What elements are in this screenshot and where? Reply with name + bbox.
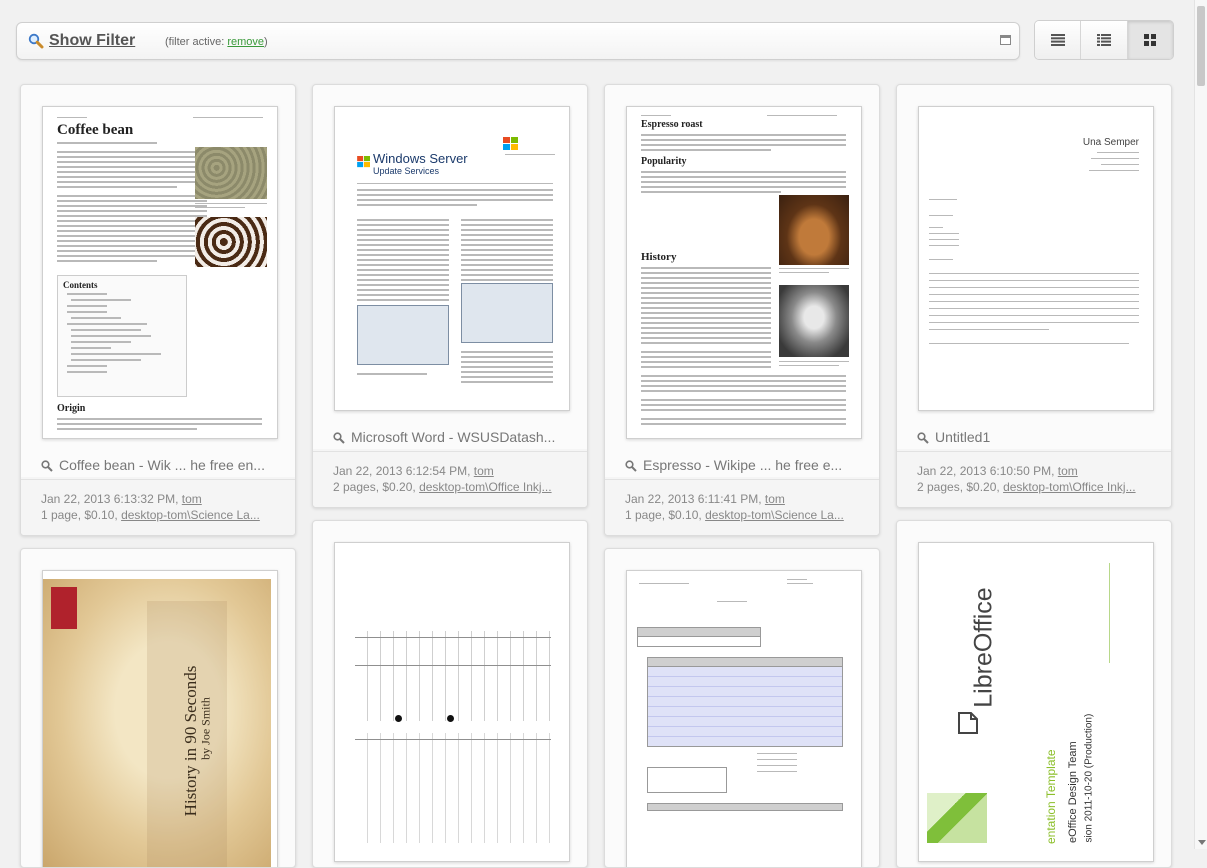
search-icon [625,459,637,475]
page-thumbnail[interactable]: Espresso roast Popularity History [626,106,862,439]
screenshot-image [357,305,449,365]
grid-view-button[interactable] [1127,21,1173,59]
page-author: by Joe Smith [198,697,213,760]
print-job-card[interactable]: Una Semper Untitled1 Jan 22, 2013 6:10:5… [896,84,1172,508]
page-subheading: Update Services [373,166,440,176]
grid-view-icon [1144,34,1157,46]
print-job-card[interactable]: Espresso roast Popularity History Espres… [604,84,880,536]
filter-bar: Show Filter (filter active: remove) [16,22,1020,60]
roasted-beans-image [195,217,267,267]
job-meta: Jan 22, 2013 6:13:32 PM, tom 1 page, $0.… [41,492,260,522]
page-thumbnail[interactable]: LibreOffice entation Template eOffice De… [918,542,1154,862]
page-side-line: sion 2011-10-20 (Production) [1083,713,1095,843]
search-icon[interactable] [28,33,44,54]
print-job-card[interactable]: LibreOffice entation Template eOffice De… [896,520,1172,868]
page-side-line: eOffice Design Team [1067,741,1079,843]
page-thumbnail[interactable] [626,570,862,867]
printer-link[interactable]: desktop-tom\Science La... [705,508,844,522]
page-heading: LibreOffice [969,587,998,708]
job-title[interactable]: Microsoft Word - WSUSDatash... [333,429,555,447]
user-link[interactable]: tom [474,464,494,478]
print-job-card[interactable] [604,548,880,868]
view-mode-toggle [1034,20,1174,60]
column-chart-area [355,631,551,721]
screenshot-image [461,283,553,343]
user-link[interactable]: tom [1058,464,1078,478]
coffee-beans-image [195,147,267,199]
portrait-photo [779,285,849,357]
print-job-card[interactable]: Coffee bean Contents Origin Coffee bean … [20,84,296,536]
page-thumbnail[interactable] [334,542,570,862]
job-meta: Jan 22, 2013 6:11:41 PM, tom 1 page, $0.… [625,492,844,522]
vertical-scrollbar[interactable] [1194,0,1207,849]
detail-view-button[interactable] [1081,21,1128,59]
green-shapes-decoration [927,793,987,843]
printer-link[interactable]: desktop-tom\Science La... [121,508,260,522]
user-link[interactable]: tom [765,492,785,506]
page-thumbnail[interactable]: Coffee bean Contents Origin [42,106,278,439]
job-title[interactable]: Untitled1 [917,429,990,447]
job-title[interactable]: Coffee bean - Wik ... he free en... [41,457,265,475]
history-heading: History [641,251,677,263]
page-side-line: entation Template [1044,749,1058,844]
scroll-down-arrow-icon[interactable] [1198,840,1206,845]
show-filter-link[interactable]: Show Filter [49,32,135,50]
print-job-card[interactable]: Windows Server Update Services Microsoft… [312,84,588,508]
bookmark-ribbon [51,587,77,629]
origin-heading: Origin [57,403,86,414]
windows-logo-icon [357,155,371,168]
page-heading: Una Semper [1082,137,1139,148]
windows-logo-icon [503,137,519,151]
job-meta: Jan 22, 2013 6:12:54 PM, tom 2 pages, $0… [333,464,552,494]
page-heading: Espresso roast [641,119,703,130]
page-thumbnail[interactable]: Windows Server Update Services [334,106,570,411]
filter-active-note: (filter active: remove) [165,36,268,48]
user-link[interactable]: tom [182,492,202,506]
print-job-card[interactable]: History in 90 Seconds by Joe Smith [20,548,296,868]
column-chart-area [355,733,551,843]
search-icon [917,431,929,447]
print-job-card[interactable] [312,520,588,868]
page-heading: Coffee bean [57,122,134,138]
espresso-cup-image [779,195,849,265]
contents-heading: Contents [63,280,98,290]
page-heading: Windows Server [373,151,468,166]
list-view-icon [1050,34,1065,46]
printer-link[interactable]: desktop-tom\Office Inkj... [419,480,552,494]
remove-filter-link[interactable]: remove [227,36,264,48]
detail-view-icon [1096,34,1111,46]
job-meta: Jan 22, 2013 6:10:50 PM, tom 2 pages, $0… [917,464,1136,494]
popularity-heading: Popularity [641,156,687,167]
page-thumbnail[interactable]: Una Semper [918,106,1154,411]
minimize-icon[interactable] [1000,35,1011,45]
page-thumbnail[interactable]: History in 90 Seconds by Joe Smith [42,570,278,867]
invoice-table [647,667,843,747]
printer-link[interactable]: desktop-tom\Office Inkj... [1003,480,1136,494]
list-view-button[interactable] [1035,21,1082,59]
scrollbar-thumb[interactable] [1197,6,1205,86]
job-title[interactable]: Espresso - Wikipe ... he free e... [625,457,842,475]
search-icon [41,459,53,475]
search-icon [333,431,345,447]
